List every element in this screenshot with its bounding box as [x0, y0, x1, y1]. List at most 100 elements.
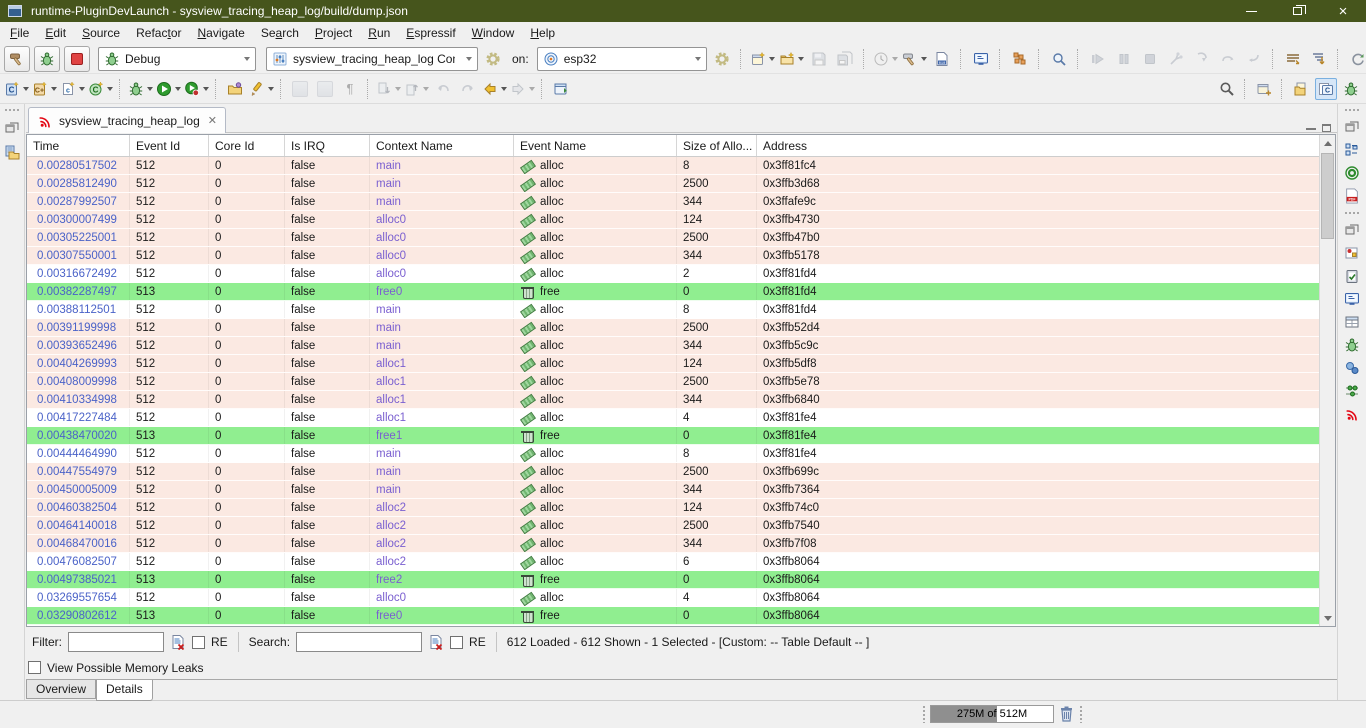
debug-button[interactable]: [34, 46, 60, 72]
open-perspective-button[interactable]: [1253, 77, 1275, 101]
close-button[interactable]: ×: [1320, 0, 1366, 22]
maximize-view-icon[interactable]: [1322, 124, 1331, 132]
column-header-size-of-allo[interactable]: Size of Allo...: [677, 135, 757, 156]
filter-re-checkbox[interactable]: [192, 636, 205, 649]
profile-as-button[interactable]: [184, 81, 209, 97]
table-row[interactable]: 0.004080099985120falsealloc1alloc25000x3…: [27, 373, 1335, 391]
menu-source[interactable]: Source: [74, 23, 128, 43]
debug-mode-combo[interactable]: Debug: [98, 47, 256, 71]
cpp-perspective-button[interactable]: C: [1315, 78, 1337, 100]
table-row[interactable]: 0.003936524965120falsemainalloc3440x3ffb…: [27, 337, 1335, 355]
table-row[interactable]: 0.002858124905120falsemainalloc25000x3ff…: [27, 175, 1335, 193]
table-row[interactable]: 0.032908026125130falsefree0free00x3ffb80…: [27, 607, 1335, 625]
tab-sysview-tracing-heap-log[interactable]: sysview_tracing_heap_log ✕: [28, 107, 226, 133]
table-row[interactable]: 0.003881125015120falsemainalloc80x3ff81f…: [27, 301, 1335, 319]
clear-search-icon[interactable]: [428, 634, 444, 650]
suspend-button[interactable]: [1113, 47, 1135, 71]
menu-edit[interactable]: Edit: [37, 23, 74, 43]
minimize-button[interactable]: [1228, 0, 1274, 22]
scroll-up-arrow[interactable]: [1320, 135, 1336, 151]
forward-button[interactable]: [510, 81, 535, 97]
view-menu-button[interactable]: [1282, 47, 1304, 71]
toggle-marker-button[interactable]: [249, 81, 274, 97]
column-header-is-irq[interactable]: Is IRQ: [285, 135, 370, 156]
new-c-file-button[interactable]: c: [60, 81, 85, 97]
menu-project[interactable]: Project: [307, 23, 360, 43]
edit-launch-config-button[interactable]: [482, 47, 504, 71]
peripherals-icon[interactable]: [1344, 360, 1360, 376]
terminate-button[interactable]: [64, 46, 90, 72]
table-row[interactable]: 0.003052250015120falsealloc0alloc25000x3…: [27, 229, 1335, 247]
device-grid-button[interactable]: [1009, 47, 1031, 71]
resource-perspective-button[interactable]: [1290, 77, 1312, 101]
memory-usage-gauge[interactable]: 275M of 512M: [930, 705, 1054, 723]
registers-icon[interactable]: [1344, 383, 1360, 399]
build-all-button[interactable]: [902, 51, 927, 67]
drag-grip[interactable]: [922, 705, 926, 723]
restore-view-icon[interactable]: [1344, 222, 1360, 238]
binary-file-button[interactable]: 010: [931, 47, 953, 71]
restore-view-icon[interactable]: [1344, 119, 1360, 135]
column-header-event-name[interactable]: Event Name: [514, 135, 677, 156]
stop-button[interactable]: [1139, 47, 1161, 71]
table-row[interactable]: 0.004444649905120falsemainalloc80x3ff81f…: [27, 445, 1335, 463]
back-button[interactable]: [482, 81, 507, 97]
table-row[interactable]: 0.004973850215130falsefree2free00x3ffb80…: [27, 571, 1335, 589]
pdf-icon[interactable]: PDF: [1344, 188, 1360, 204]
properties-icon[interactable]: [1344, 314, 1360, 330]
run-as-button[interactable]: [156, 81, 181, 97]
debug-as-button[interactable]: [128, 81, 153, 97]
column-header-address[interactable]: Address: [757, 135, 1320, 156]
menu-file[interactable]: File: [2, 23, 37, 43]
show-source-button[interactable]: [314, 77, 336, 101]
refresh-button[interactable]: [1347, 47, 1366, 71]
menu-search[interactable]: Search: [253, 23, 307, 43]
new-c-project-button[interactable]: C: [4, 81, 29, 97]
debug-perspective-button[interactable]: [1340, 77, 1362, 101]
garbage-collect-icon[interactable]: [1058, 705, 1075, 723]
build-button[interactable]: [4, 46, 30, 72]
table-row[interactable]: 0.004641400185120falsealloc2alloc25000x3…: [27, 517, 1335, 535]
table-row[interactable]: 0.004760825075120falsealloc2alloc60x3ffb…: [27, 553, 1335, 571]
project-explorer-icon[interactable]: [4, 144, 20, 160]
next-annotation-button[interactable]: [376, 81, 401, 97]
drag-grip[interactable]: [1344, 108, 1360, 112]
table-row[interactable]: 0.003075500015120falsealloc0alloc3440x3f…: [27, 247, 1335, 265]
step-into-button[interactable]: [1191, 47, 1213, 71]
target-combo[interactable]: esp32: [537, 47, 707, 71]
step-return-button[interactable]: [1243, 47, 1265, 71]
build-history-button[interactable]: [873, 51, 898, 67]
table-row[interactable]: 0.004103349985120falsealloc1alloc3440x3f…: [27, 391, 1335, 409]
search-input[interactable]: [296, 632, 422, 652]
drag-grip[interactable]: [4, 108, 20, 112]
console-view-icon[interactable]: [1344, 291, 1360, 307]
table-row[interactable]: 0.004603825045120falsealloc2alloc1240x3f…: [27, 499, 1335, 517]
table-row[interactable]: 0.003911999985120falsemainalloc25000x3ff…: [27, 319, 1335, 337]
pin-editor-button[interactable]: [550, 77, 572, 101]
restore-view-icon[interactable]: [4, 120, 20, 136]
undo-button[interactable]: [432, 77, 454, 101]
clear-filter-icon[interactable]: [170, 634, 186, 650]
column-header-core-id[interactable]: Core Id: [209, 135, 285, 156]
tasks-icon[interactable]: [1344, 268, 1360, 284]
new-wizard-button[interactable]: [750, 51, 775, 67]
resume-button[interactable]: [1087, 47, 1109, 71]
drag-grip[interactable]: [1079, 705, 1083, 723]
menu-navigate[interactable]: Navigate: [189, 23, 252, 43]
table-row[interactable]: 0.003166724925120falsealloc0alloc20x3ff8…: [27, 265, 1335, 283]
new-cpp-wizard-button[interactable]: C+: [32, 81, 57, 97]
table-row[interactable]: 0.004684700165120falsealloc2alloc3440x3f…: [27, 535, 1335, 553]
column-header-time[interactable]: Time: [27, 135, 130, 156]
menu-espressif[interactable]: Espressif: [398, 23, 463, 43]
view-memory-leaks-checkbox[interactable]: [28, 661, 41, 674]
link-editor-button[interactable]: [289, 77, 311, 101]
search-re-checkbox[interactable]: [450, 636, 463, 649]
column-header-context-name[interactable]: Context Name: [370, 135, 514, 156]
breakpoints-icon[interactable]: [1344, 245, 1360, 261]
show-whitespace-button[interactable]: ¶: [339, 77, 361, 101]
table-row[interactable]: 0.002879925075120falsemainalloc3440x3ffa…: [27, 193, 1335, 211]
menu-refactor[interactable]: Refactor: [128, 23, 189, 43]
open-element-button[interactable]: [224, 77, 246, 101]
table-row[interactable]: 0.004042699935120falsealloc1alloc1240x3f…: [27, 355, 1335, 373]
table-row[interactable]: 0.004384700205130falsefree1free00x3ff81f…: [27, 427, 1335, 445]
